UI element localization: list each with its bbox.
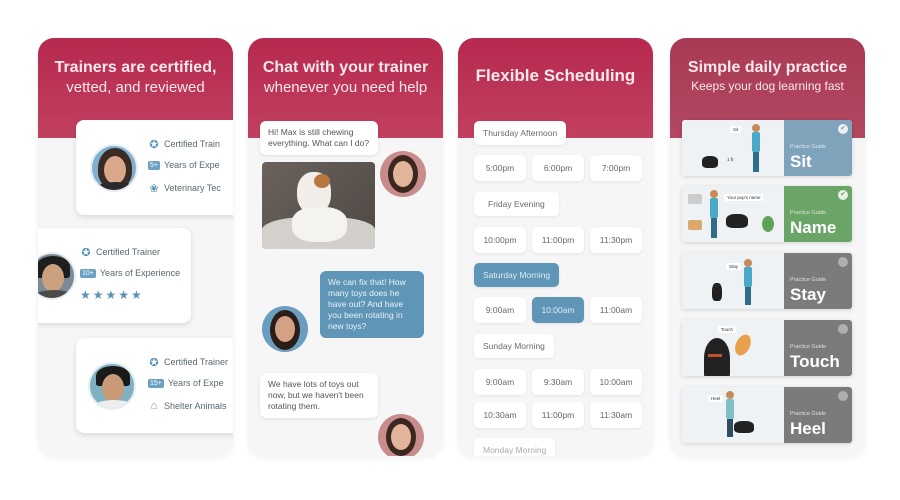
chat-message-user: Hi! Max is still chewing everything. Wha… [260, 121, 378, 155]
shelter-icon: ⌂ [150, 400, 158, 412]
practice-guide-name[interactable]: Your pup's name ✔ Practice Guide Name [682, 186, 852, 242]
time-slot[interactable]: 10:00pm [474, 227, 526, 253]
certified-row: ✪ Certified Train [149, 138, 221, 151]
screenshot-practice: Simple daily practice Keeps your dog lea… [670, 38, 865, 456]
time-slot[interactable]: 5:00pm [474, 155, 526, 181]
years-badge: 5+ [148, 160, 160, 170]
time-slot[interactable]: 11:00pm [532, 227, 584, 253]
guide-label: Practice Guide Stay [784, 253, 852, 309]
touch-illustration: Touch [682, 320, 784, 376]
experience-row: 5+ Years of Expe [148, 160, 220, 170]
guide-label: ✔ Practice Guide Name [784, 186, 852, 242]
trainer-avatar [88, 362, 136, 410]
trainer-card[interactable]: ✪ Certified Trainer 15+ Years of Expe ⌂ … [76, 338, 233, 433]
day-friday-evening[interactable]: Friday Evening [474, 192, 559, 216]
incomplete-circle-icon [838, 391, 848, 401]
time-slot[interactable]: 9:00am [474, 297, 526, 323]
user-avatar [378, 414, 424, 456]
panel-title: Flexible Scheduling [475, 66, 636, 85]
sit-illustration: Sit 1 ft [682, 120, 784, 176]
day-thursday-afternoon[interactable]: Thursday Afternoon [474, 121, 567, 145]
practice-guide-sit[interactable]: Sit 1 ft ✔ Practice Guide Sit [682, 120, 852, 176]
stay-illustration: Stay [682, 253, 784, 309]
dog-chewing-photo[interactable] [262, 162, 375, 249]
years-badge: 10+ [80, 268, 96, 278]
ribbon-badge-icon: ✪ [149, 138, 159, 151]
day-saturday-morning[interactable]: Saturday Morning [474, 263, 560, 287]
panel-title: Trainers are certified, vetted, and revi… [54, 59, 217, 96]
ribbon-badge-icon: ✪ [81, 246, 91, 259]
specialty-row: ⌂ Shelter Animals [148, 400, 227, 412]
trainer-card[interactable]: ✪ Certified Train 5+ Years of Expe ❀ Vet… [76, 120, 233, 215]
time-slot[interactable]: 11:30pm [590, 227, 642, 253]
screenshot-chat: Chat with your trainer whenever you need… [248, 38, 443, 456]
trainer-avatar [38, 252, 76, 300]
certified-row: ✪ Certified Trainer [81, 246, 161, 259]
practice-guide-stay[interactable]: Stay Practice Guide Stay [682, 253, 852, 309]
rating-stars: ★★★★★ [80, 288, 144, 302]
day-monday-morning[interactable]: Monday Morning [474, 438, 556, 456]
time-slot[interactable]: 9:00am [474, 369, 526, 395]
user-avatar [380, 151, 426, 197]
experience-row: 10+ Years of Experience [80, 268, 181, 278]
paw-icon: ❀ [149, 182, 159, 195]
ribbon-badge-icon: ✪ [149, 356, 159, 369]
certified-row: ✪ Certified Trainer [149, 356, 229, 369]
guide-label: ✔ Practice Guide Sit [784, 120, 852, 176]
time-slot[interactable]: 7:00pm [590, 155, 642, 181]
time-slot[interactable]: 11:00am [590, 297, 642, 323]
specialty-row: ❀ Veterinary Tec [149, 182, 221, 195]
screenshot-trainers: Trainers are certified, vetted, and revi… [38, 38, 233, 456]
completed-check-icon: ✔ [838, 124, 848, 134]
chat-message-trainer: We can fix that! How many toys does he h… [320, 271, 424, 338]
name-illustration: Your pup's name [682, 186, 784, 242]
time-slot[interactable]: 9:30am [532, 369, 584, 395]
practice-guide-heel[interactable]: Heel Practice Guide Heel [682, 387, 852, 443]
chat-message-user: We have lots of toys out now, but we hav… [260, 373, 378, 418]
experience-row: 15+ Years of Expe [148, 378, 224, 388]
time-slot-selected[interactable]: 10:00am [532, 297, 584, 323]
guide-label: Practice Guide Heel [784, 387, 852, 443]
screenshot-scheduling: Flexible Scheduling Thursday Afternoon 5… [458, 38, 653, 456]
incomplete-circle-icon [838, 257, 848, 267]
heel-illustration: Heel [682, 387, 784, 443]
guide-label: Practice Guide Touch [784, 320, 852, 376]
practice-guide-touch[interactable]: Touch Practice Guide Touch [682, 320, 852, 376]
day-sunday-morning[interactable]: Sunday Morning [474, 334, 554, 358]
incomplete-circle-icon [838, 324, 848, 334]
time-slot[interactable]: 10:30am [474, 402, 526, 428]
trainer-avatar [262, 306, 308, 352]
completed-check-icon: ✔ [838, 190, 848, 200]
years-badge: 15+ [148, 378, 164, 388]
time-slot[interactable]: 10:00am [590, 369, 642, 395]
panel-title: Simple daily practice Keeps your dog lea… [687, 59, 848, 93]
time-slot[interactable]: 11:30am [590, 402, 642, 428]
trainer-card[interactable]: ✪ Certified Trainer 10+ Years of Experie… [38, 228, 191, 323]
trainer-avatar [90, 144, 138, 192]
bubble-tail [320, 323, 326, 329]
panel-title: Chat with your trainer whenever you need… [262, 59, 429, 96]
time-slot[interactable]: 6:00pm [532, 155, 584, 181]
time-slot[interactable]: 11:00pm [532, 402, 584, 428]
